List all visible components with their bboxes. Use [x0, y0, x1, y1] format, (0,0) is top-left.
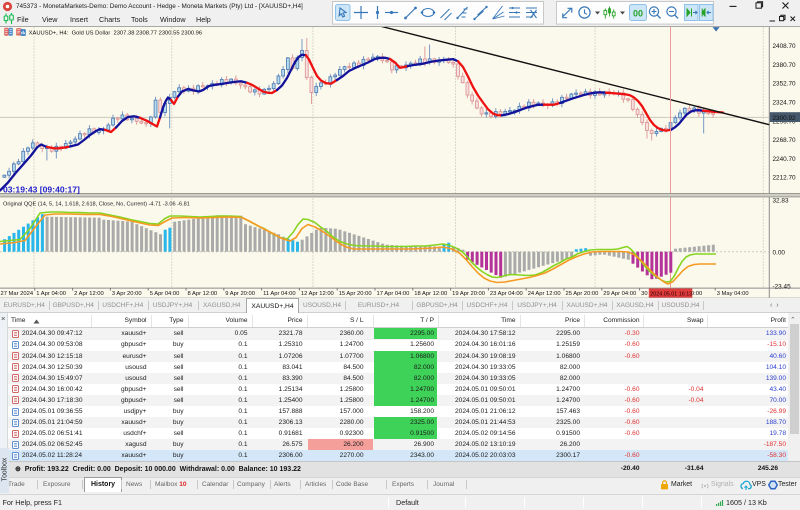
svg-text:24 Apr 12:00: 24 Apr 12:00 — [528, 291, 561, 297]
svg-text:00: 00 — [633, 9, 643, 19]
svg-text:17 Apr 04:00: 17 Apr 04:00 — [377, 291, 410, 297]
svg-text:2408.70: 2408.70 — [773, 43, 797, 50]
svg-text:27 Mar 2024: 27 Mar 2024 — [1, 291, 34, 297]
svg-text:25 Apr 20:00: 25 Apr 20:00 — [566, 291, 599, 297]
svg-text:15 Apr 20:00: 15 Apr 20:00 — [339, 291, 372, 297]
svg-text:2380.70: 2380.70 — [773, 61, 797, 68]
svg-text:Original QQE (14, 5, 14, 1.618: Original QQE (14, 5, 14, 1.618, 2.618, C… — [3, 201, 190, 207]
svg-text:1 Apr 04:00: 1 Apr 04:00 — [36, 291, 66, 297]
svg-text:23 Apr 04:00: 23 Apr 04:00 — [490, 291, 523, 297]
svg-text:3 Apr 20:00: 3 Apr 20:00 — [112, 291, 142, 297]
svg-text:11 Apr 04:00: 11 Apr 04:00 — [263, 291, 295, 297]
svg-text:9 Apr 20:00: 9 Apr 20:00 — [225, 291, 255, 297]
svg-text:2240.70: 2240.70 — [773, 155, 797, 162]
svg-text:12 Apr 12:00: 12 Apr 12:00 — [301, 291, 334, 297]
svg-text:2212.70: 2212.70 — [773, 174, 797, 181]
svg-text:2300.92: 2300.92 — [773, 114, 797, 121]
svg-text:32.83: 32.83 — [773, 197, 789, 204]
svg-text:2 Apr 12:00: 2 Apr 12:00 — [74, 291, 104, 297]
svg-text:03:19:43 [09:40:17]: 03:19:43 [09:40:17] — [3, 184, 80, 194]
svg-text:2268.70: 2268.70 — [773, 137, 797, 144]
svg-text:5 Apr 04:00: 5 Apr 04:00 — [150, 291, 180, 297]
svg-text:18 Apr 12:00: 18 Apr 12:00 — [414, 291, 447, 297]
svg-text:-23.45: -23.45 — [773, 283, 792, 290]
svg-text:2324.70: 2324.70 — [773, 99, 797, 106]
svg-text:3 May 04:00: 3 May 04:00 — [717, 291, 749, 297]
svg-text:8 Apr 12:00: 8 Apr 12:00 — [188, 291, 218, 297]
svg-text:29 Apr 04:00: 29 Apr 04:00 — [603, 291, 636, 297]
svg-text:0.00: 0.00 — [773, 249, 786, 256]
svg-text:XAUUSD+, H4: Gold US Dollar: XAUUSD+, H4: Gold US Dollar 2307.38 2308… — [29, 30, 203, 36]
svg-text:19 Apr 20:00: 19 Apr 20:00 — [452, 291, 485, 297]
svg-text:2352.70: 2352.70 — [773, 80, 797, 87]
svg-text:2024.05.01 16:13: 2024.05.01 16:13 — [650, 291, 692, 297]
